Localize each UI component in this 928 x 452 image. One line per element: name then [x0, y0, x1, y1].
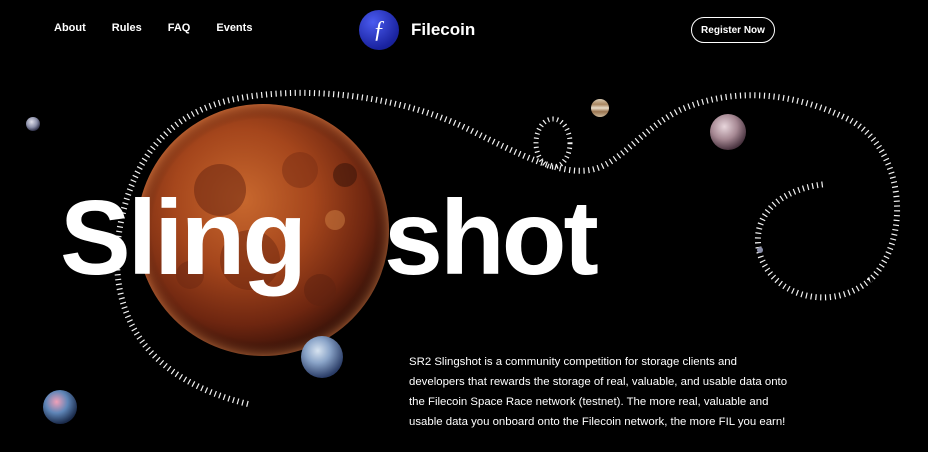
planet-jupiter [591, 99, 609, 117]
hero-title-part2: shot [384, 179, 599, 297]
planet-mauve [710, 114, 746, 150]
hero-description: SR2 Slingshot is a community competition… [409, 356, 788, 428]
planet-small-gray [26, 117, 40, 131]
planet-tiny [757, 247, 763, 253]
planet-pink [43, 390, 77, 424]
hero-title-part1: Sling [60, 179, 307, 297]
planet-earth [301, 336, 343, 378]
orbit-loop [533, 116, 573, 170]
